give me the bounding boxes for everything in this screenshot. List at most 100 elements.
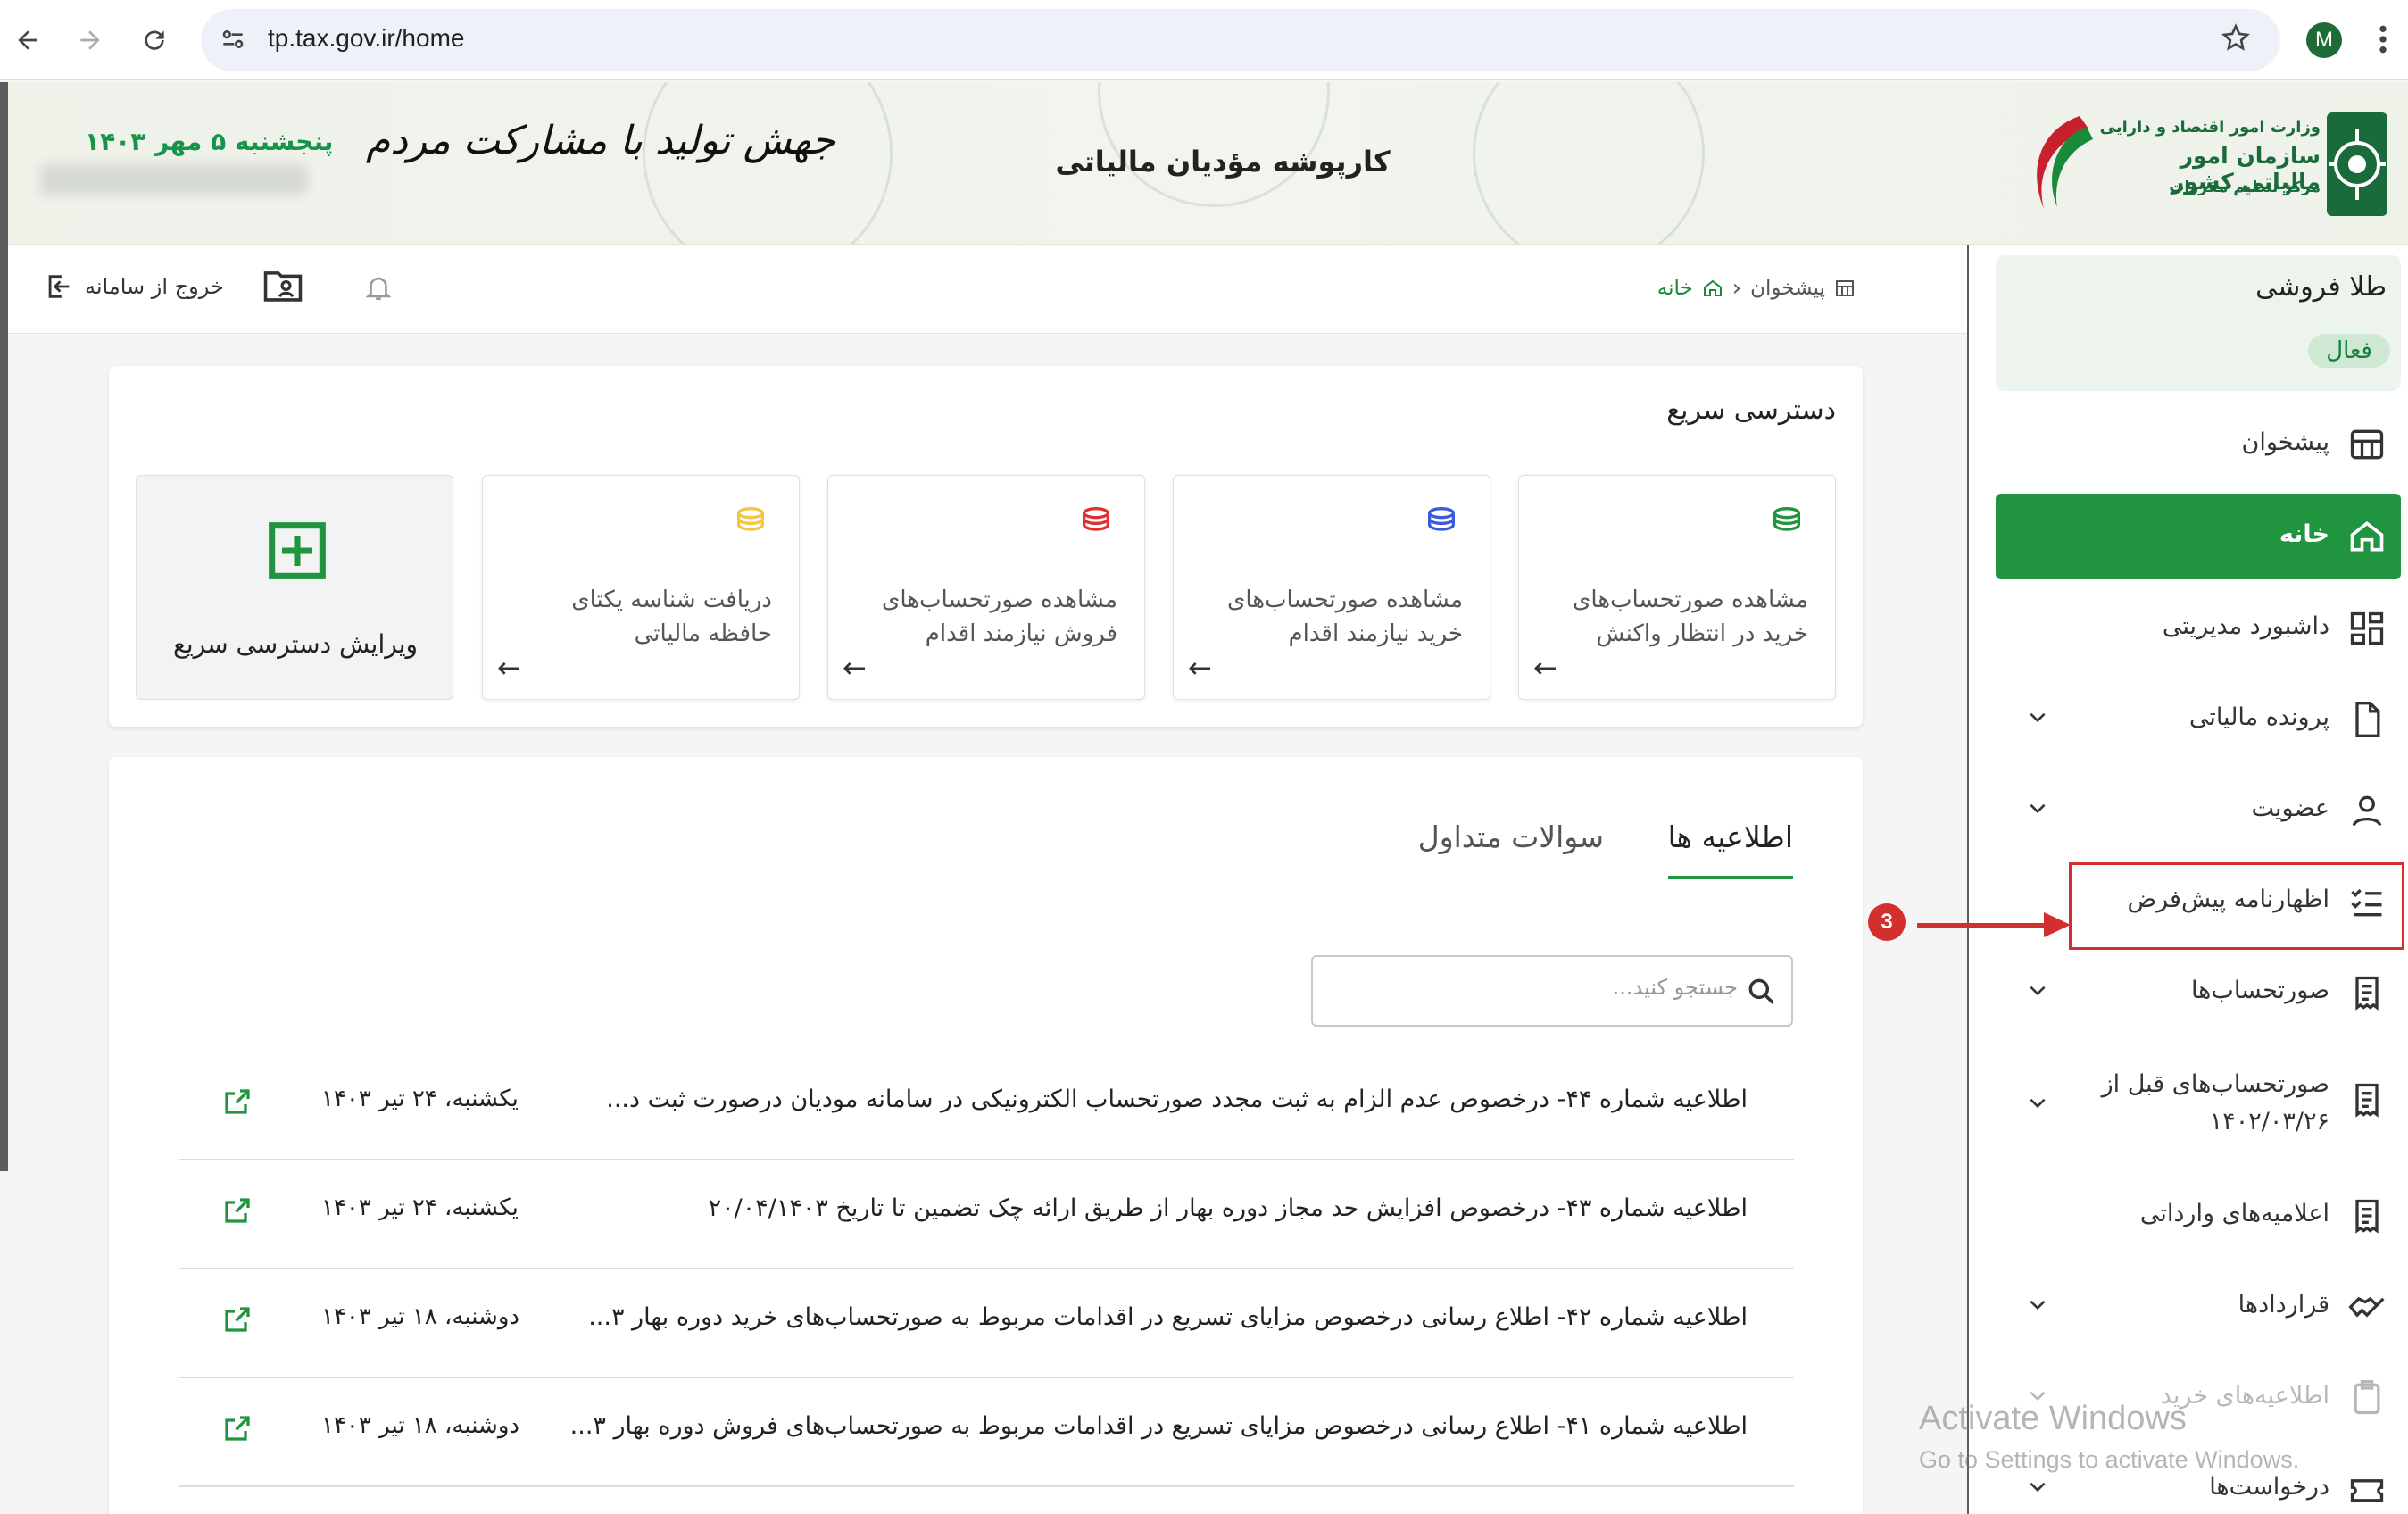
arrow-left-icon[interactable]: ← (1188, 651, 1212, 685)
profile-avatar[interactable]: M (2306, 22, 2342, 58)
external-link-icon[interactable] (221, 1303, 253, 1335)
search-box (1311, 955, 1793, 1027)
desk-icon (2350, 429, 2384, 460)
chevron-down-icon[interactable] (2026, 796, 2049, 819)
address-bar[interactable] (201, 9, 2280, 71)
clipboard-icon (2354, 1380, 2380, 1415)
logout-button[interactable]: خروج از سامانه (44, 271, 224, 302)
sidebar-item-label: صورتحساب‌های قبل از ۱۴۰۲/۰۳/۲۶ (2101, 1070, 2329, 1136)
arrow-left-icon[interactable]: ← (843, 651, 867, 685)
external-link-icon[interactable] (221, 1086, 253, 1118)
sidebar-item-old-invoices[interactable]: صورتحساب‌های قبل از ۱۴۰۲/۰۳/۲۶ (1996, 1041, 2401, 1166)
notice-row[interactable]: اطلاعیه شماره ۴۱- اطلاع رسانی درخصوص مزا… (179, 1378, 1794, 1487)
bookmark-star-icon[interactable] (2220, 22, 2252, 58)
forward-icon[interactable] (68, 18, 112, 62)
quick-tile-label: مشاهده صورتحساب‌های فروش نیازمند اقدام (882, 586, 1117, 647)
back-icon[interactable] (5, 18, 50, 62)
step-badge: 3 (1868, 903, 1906, 941)
add-square-icon (269, 522, 326, 579)
quick-tile-memory-id[interactable]: دریافت شناسه یکتای حافظه مالیاتی ← (482, 475, 800, 700)
user-icon (2352, 795, 2382, 827)
notice-title[interactable]: اطلاعیه شماره ۴۴- درخصوص عدم الزام به ثب… (606, 1086, 1748, 1113)
sidebar-item-tax-file[interactable]: پرونده مالیاتی (1996, 677, 2401, 762)
logo-center-text: مرکز تنظیم مقررات (2169, 179, 2321, 196)
sidebar-item-label: پیشخوان (2241, 428, 2329, 456)
external-link-icon[interactable] (221, 1194, 253, 1227)
windows-watermark-subtitle: Go to Settings to activate Windows. (1919, 1446, 2300, 1473)
company-name: طلا فروشی (2255, 271, 2387, 303)
notice-date: یکشنبه، ۲۴ تیر ۱۴۰۳ (321, 1194, 519, 1221)
external-link-icon[interactable] (221, 1412, 253, 1444)
left-scroll-edge (0, 82, 8, 1171)
sidebar-item-desk[interactable]: پیشخوان (1996, 402, 2401, 487)
notice-title[interactable]: اطلاعیه شماره ۴۲- اطلاع رسانی درخصوص مزا… (588, 1303, 1748, 1331)
sidebar-item-contracts[interactable]: قراردادها (1996, 1264, 2401, 1350)
sidebar-item-label: داشبورد مدیریتی (2162, 612, 2329, 640)
logo-ministry-text: وزارت امور اقتصاد و دارایی (2099, 118, 2321, 137)
sidebar-item-import-declarations[interactable]: اعلامیه‌های وارداتی (1996, 1173, 2401, 1259)
notices-card: اطلاعیه ها سوالات متداول اطلاعیه شماره ۴… (109, 757, 1863, 1514)
chevron-down-icon[interactable] (2026, 1091, 2049, 1114)
ticket-icon (2350, 1479, 2384, 1502)
company-card: طلا فروشی فعال (1996, 255, 2401, 391)
coins-icon (1773, 507, 1800, 531)
chevron-down-icon[interactable] (2026, 1475, 2049, 1498)
quick-access-title: دسترسی سریع (1666, 395, 1836, 426)
quick-tile-sales-action[interactable]: مشاهده صورتحساب‌های فروش نیازمند اقدام ← (827, 475, 1145, 700)
sidebar-item-label: خانه (2279, 520, 2329, 548)
tab-faq[interactable]: سوالات متداول (1418, 819, 1604, 854)
notice-date: دوشنبه، ۱۸ تیر ۱۴۰۳ (321, 1412, 519, 1439)
arrow-left-icon[interactable]: ← (497, 651, 521, 685)
home-icon (1703, 279, 1722, 296)
logout-icon (48, 275, 70, 298)
browser-toolbar: tp.tax.gov.ir/home M (0, 0, 2408, 80)
notice-title[interactable]: اطلاعیه شماره ۴۱- اطلاع رسانی درخصوص مزا… (570, 1412, 1748, 1440)
breadcrumb-home[interactable]: خانه (1657, 277, 1693, 300)
sidebar-item-label: عضویت (2251, 794, 2330, 822)
quick-access-card: دسترسی سریع مشاهده صورتحساب‌های خرید در … (109, 366, 1863, 727)
sidebar-item-membership[interactable]: عضویت (1996, 768, 2401, 853)
coins-icon (737, 507, 764, 531)
current-date: پنجشنبه ۵ مهر ۱۴۰۳ (85, 127, 334, 156)
windows-watermark-title: Activate Windows (1919, 1400, 2187, 1437)
breadcrumb: پیشخوان ‹ خانه (1657, 275, 1856, 302)
chevron-down-icon[interactable] (2026, 705, 2049, 728)
sidebar-item-home[interactable]: خانه (1996, 494, 2401, 579)
edit-quick-access-button[interactable]: ویرایش دسترسی سریع (136, 475, 453, 700)
tab-notices[interactable]: اطلاعیه ها (1667, 819, 1793, 879)
invoice-icon (2355, 1199, 2379, 1234)
sidebar-item-invoices[interactable]: صورتحساب‌ها (1996, 950, 2401, 1036)
quick-tile-label: مشاهده صورتحساب‌های خرید نیازمند اقدام (1227, 586, 1463, 647)
site-header: پنجشنبه ۵ مهر ۱۴۰۳ جهش تولید با مشارکت م… (0, 82, 2408, 245)
desk-icon (1836, 280, 1854, 296)
arrow-left-icon[interactable]: ← (1533, 651, 1557, 685)
browser-menu-icon[interactable] (2374, 21, 2392, 61)
notice-title[interactable]: اطلاعیه شماره ۴۳- درخصوص افزایش حد مجاز … (709, 1194, 1748, 1222)
profile-folder-icon[interactable] (262, 268, 303, 307)
annotation-arrow (1917, 923, 2051, 928)
breadcrumb-separator-icon: ‹ (1731, 275, 1742, 302)
breadcrumb-desk[interactable]: پیشخوان (1750, 277, 1825, 300)
slogan: جهش تولید با مشارکت مردم (366, 118, 837, 163)
notice-row[interactable]: اطلاعیه شماره ۴۳- درخصوص افزایش حد مجاز … (179, 1160, 1794, 1269)
sidebar-item-label: پرونده مالیاتی (2188, 703, 2329, 731)
annotation-arrow-head (2044, 912, 2071, 937)
sidebar-item-dashboard[interactable]: داشبورد مدیریتی (1996, 586, 2401, 671)
search-icon[interactable] (1745, 975, 1779, 1009)
sidebar-item-label: صورتحساب‌ها (2190, 977, 2329, 1004)
sidebar-item-label: درخواست‌ها (2209, 1473, 2329, 1501)
chevron-down-icon[interactable] (2026, 1293, 2049, 1316)
notice-row[interactable]: اطلاعیه شماره ۴۲- اطلاع رسانی درخصوص مزا… (179, 1269, 1794, 1378)
search-input[interactable] (1363, 975, 1738, 1000)
main-topbar: خروج از سامانه پیشخوان ‹ خانه (8, 245, 1967, 334)
quick-tile-purchase-action[interactable]: مشاهده صورتحساب‌های خرید نیازمند اقدام ← (1173, 475, 1490, 700)
notification-bell-icon[interactable] (363, 271, 394, 307)
tax-organization-logo: وزارت امور اقتصاد و دارایی سازمان امور م… (2017, 102, 2392, 227)
quick-tile-purchase-awaiting[interactable]: مشاهده صورتحساب‌های خرید در انتظار واکنش… (1518, 475, 1836, 700)
reload-icon[interactable] (132, 18, 177, 62)
chevron-down-icon[interactable] (2026, 978, 2049, 1002)
dashboard-icon (2350, 611, 2384, 645)
site-settings-icon[interactable] (219, 25, 247, 57)
quick-tile-label: دریافت شناسه یکتای حافظه مالیاتی (571, 586, 772, 647)
notice-row[interactable]: اطلاعیه شماره ۴۴- درخصوص عدم الزام به ثب… (179, 1052, 1794, 1160)
